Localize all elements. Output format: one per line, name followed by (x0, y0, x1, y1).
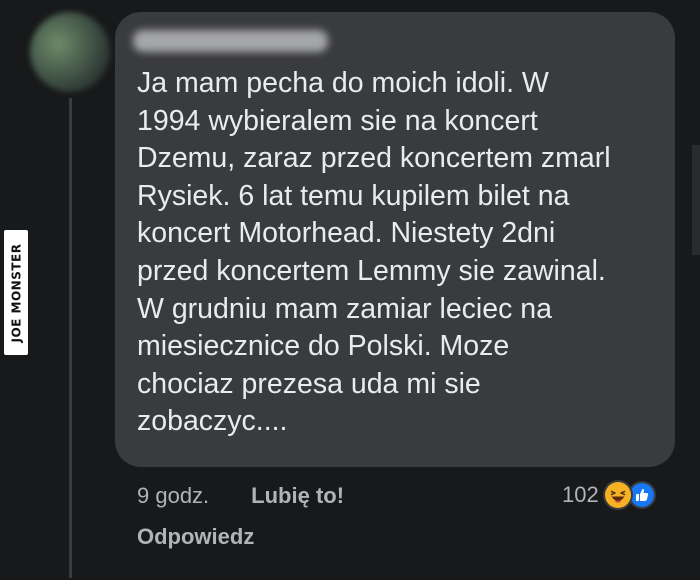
thread-line (69, 98, 72, 578)
watermark-logo: JOE MONSTER (4, 230, 28, 355)
comment-timestamp[interactable]: 9 godz. (137, 483, 209, 509)
reaction-count: 102 (562, 482, 599, 507)
scrollbar[interactable] (692, 145, 700, 255)
author-name-blurred[interactable] (133, 30, 328, 52)
reply-button[interactable]: Odpowiedz (137, 524, 254, 550)
avatar[interactable] (30, 12, 110, 92)
haha-icon (602, 480, 633, 510)
like-button[interactable]: Lubię to! (251, 483, 344, 509)
comment-text: Ja mam pecha do moich idoli. W 1994 wybi… (137, 67, 611, 438)
comment-actions: 9 godz. Lubię to! (137, 483, 344, 509)
watermark-text: JOE MONSTER (9, 243, 23, 342)
reaction-summary[interactable]: 102 (562, 480, 656, 510)
comment-bubble: Ja mam pecha do moich idoli. W 1994 wybi… (115, 12, 675, 467)
